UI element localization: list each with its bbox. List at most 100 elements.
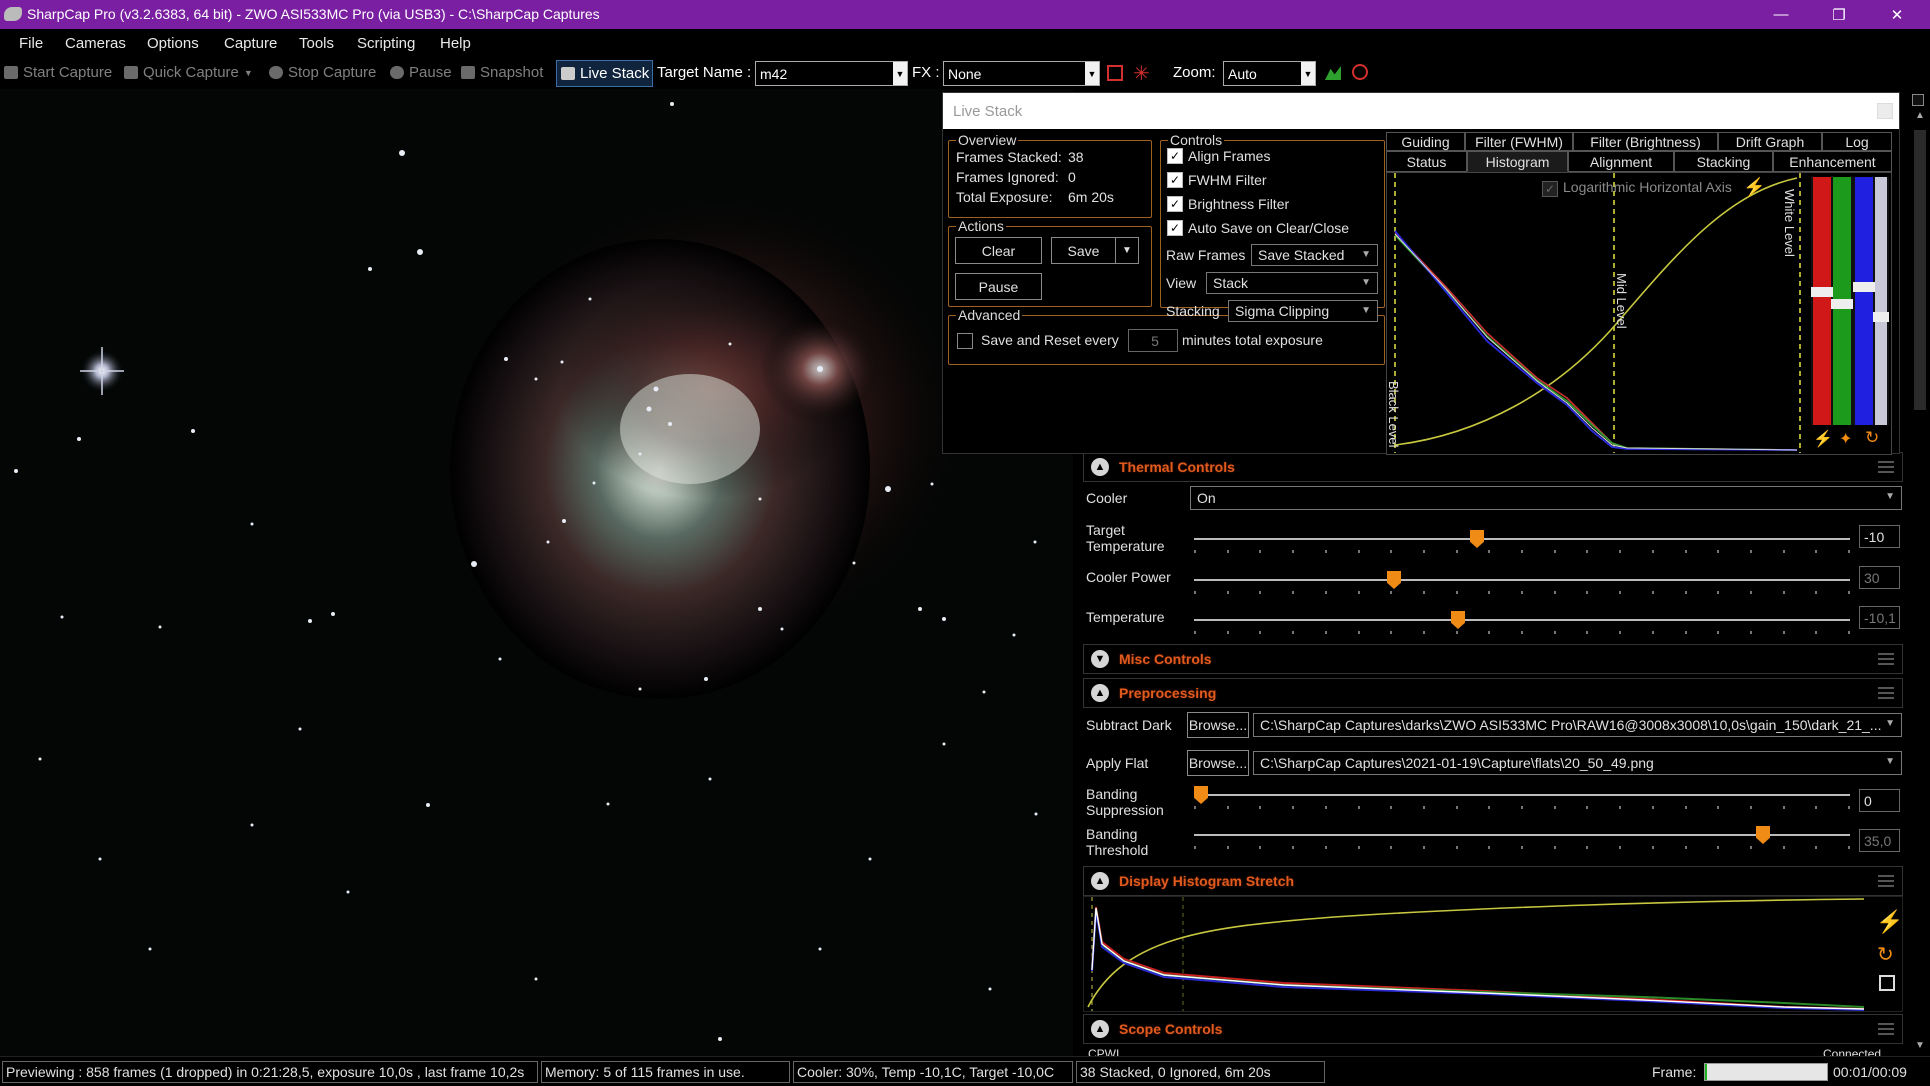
reticle-icon[interactable]: ✳ (1133, 61, 1150, 86)
scrollbar-thumb[interactable] (1914, 130, 1926, 410)
reset-icon[interactable]: ↻ (1877, 942, 1894, 967)
tab-log[interactable]: Log (1822, 132, 1892, 151)
raw-frames-select[interactable]: Save Stacked ▼ (1251, 244, 1378, 266)
brightness-filter-checkbox[interactable]: ✓ (1167, 196, 1183, 212)
menu-help[interactable]: Help (440, 35, 471, 52)
lum-level-bar[interactable] (1875, 177, 1887, 425)
expand-icon[interactable]: ▼ (1091, 650, 1109, 668)
preprocessing-header[interactable]: ▲ Preprocessing (1083, 678, 1903, 708)
auto-stretch-icon[interactable]: ⚡ (1743, 177, 1765, 198)
tab-drift-graph[interactable]: Drift Graph (1718, 132, 1822, 151)
red-slider-thumb[interactable] (1811, 287, 1833, 297)
tab-filter-fwhm[interactable]: Filter (FWHM) (1465, 132, 1573, 151)
live-stack-close-button[interactable] (1877, 103, 1893, 119)
display-stretch-histogram[interactable]: ⚡ ↻ (1083, 896, 1903, 1012)
save-reset-checkbox[interactable] (957, 333, 973, 349)
zoom-select[interactable]: Auto ▼ (1223, 61, 1316, 86)
select-area-icon[interactable] (1107, 65, 1123, 81)
target-temperature-value[interactable]: -10 (1859, 525, 1900, 548)
menu-capture[interactable]: Capture (224, 35, 277, 52)
menu-options[interactable]: Options (147, 35, 199, 52)
green-slider-thumb[interactable] (1831, 299, 1853, 309)
menu-icon[interactable] (1878, 461, 1894, 473)
blue-slider-thumb[interactable] (1853, 282, 1875, 292)
tab-alignment[interactable]: Alignment (1568, 151, 1674, 172)
lum-slider-thumb[interactable] (1873, 312, 1889, 322)
chevron-down-icon[interactable]: ▼ (1085, 62, 1099, 85)
menu-scripting[interactable]: Scripting (357, 35, 415, 52)
thermal-controls-header[interactable]: ▲ Thermal Controls (1083, 452, 1903, 482)
star-icon[interactable]: ✦ (1839, 429, 1852, 449)
stop-capture-button[interactable]: Stop Capture (269, 64, 376, 81)
menu-cameras[interactable]: Cameras (65, 35, 126, 52)
menu-icon[interactable] (1878, 653, 1894, 665)
chevron-down-icon[interactable]: ▼ (244, 68, 253, 78)
snapshot-button[interactable]: Snapshot (461, 64, 543, 81)
histogram-panel[interactable]: ✓ Logarithmic Horizontal Axis Black Leve… (1386, 172, 1892, 455)
stacking-select[interactable]: Sigma Clipping ▼ (1228, 300, 1378, 322)
tab-enhancement[interactable]: Enhancement (1773, 151, 1892, 172)
scroll-up-icon[interactable]: ▲ (1912, 110, 1928, 124)
slider-thumb[interactable] (1470, 530, 1484, 548)
slider-thumb[interactable] (1451, 611, 1465, 629)
panel-scrollbar[interactable]: ▲ ▼ (1910, 110, 1930, 1056)
menu-icon[interactable] (1878, 687, 1894, 699)
clear-button[interactable]: Clear (955, 237, 1042, 264)
menu-icon[interactable] (1878, 875, 1894, 887)
banding-threshold-slider[interactable] (1194, 826, 1850, 851)
align-frames-checkbox[interactable]: ✓ (1167, 148, 1183, 164)
restore-button[interactable]: ❐ (1810, 0, 1868, 29)
tab-histogram[interactable]: Histogram (1467, 151, 1568, 172)
red-level-bar[interactable] (1813, 177, 1831, 425)
save-button[interactable]: Save (1051, 237, 1116, 264)
slider-thumb[interactable] (1387, 571, 1401, 589)
banding-suppression-value[interactable]: 0 (1859, 789, 1900, 812)
quick-capture-button[interactable]: Quick Capture ▼ (124, 64, 253, 81)
view-select[interactable]: Stack ▼ (1206, 272, 1378, 294)
reset-icon[interactable]: ↻ (1865, 428, 1879, 448)
rgb-level-bars[interactable] (1811, 177, 1889, 425)
tab-filter-brightness[interactable]: Filter (Brightness) (1573, 132, 1718, 151)
collapse-icon[interactable]: ▲ (1091, 684, 1109, 702)
collapse-icon[interactable]: ▲ (1091, 458, 1109, 476)
scope-controls-header[interactable]: ▲ Scope Controls (1083, 1014, 1903, 1044)
blue-level-bar[interactable] (1855, 177, 1873, 425)
save-icon[interactable] (1879, 975, 1895, 991)
chevron-down-icon[interactable]: ▼ (893, 62, 907, 85)
slider-thumb[interactable] (1756, 826, 1770, 844)
banding-threshold-value[interactable]: 35,0 (1859, 829, 1900, 852)
browse-dark-button[interactable]: Browse... (1187, 712, 1249, 738)
cooler-select[interactable]: On ▼ (1190, 486, 1902, 510)
log-axis-checkbox[interactable]: ✓ (1542, 181, 1558, 197)
pin-icon[interactable] (1912, 94, 1924, 106)
chevron-down-icon[interactable]: ▼ (1301, 62, 1315, 85)
tab-status[interactable]: Status (1386, 151, 1467, 172)
banding-suppression-slider[interactable] (1194, 786, 1850, 811)
fwhm-filter-checkbox[interactable]: ✓ (1167, 172, 1183, 188)
live-stack-pause-button[interactable]: Pause (955, 273, 1042, 300)
menu-icon[interactable] (1878, 1023, 1894, 1035)
auto-stretch-icon[interactable]: ⚡ (1813, 429, 1833, 449)
target-temperature-slider[interactable] (1194, 530, 1850, 555)
start-capture-button[interactable]: Start Capture (4, 64, 112, 81)
target-name-input[interactable]: m42 ▼ (755, 61, 908, 86)
menu-file[interactable]: File (19, 35, 43, 52)
slider-thumb[interactable] (1194, 786, 1208, 804)
pause-button[interactable]: Pause (390, 64, 452, 81)
save-reset-minutes-input[interactable]: 5 (1128, 329, 1178, 352)
tab-guiding[interactable]: Guiding (1386, 132, 1465, 151)
close-button[interactable]: ✕ (1868, 0, 1926, 29)
histogram-icon[interactable] (1325, 66, 1341, 80)
dark-path-select[interactable]: C:\SharpCap Captures\darks\ZWO ASI533MC … (1253, 713, 1902, 737)
browse-flat-button[interactable]: Browse... (1187, 750, 1249, 776)
auto-stretch-icon[interactable]: ⚡ (1876, 909, 1903, 935)
image-preview[interactable] (0, 89, 1073, 1056)
live-stack-button[interactable]: Live Stack (556, 60, 653, 87)
auto-save-checkbox[interactable]: ✓ (1167, 220, 1183, 236)
collapse-icon[interactable]: ▲ (1091, 872, 1109, 890)
misc-controls-header[interactable]: ▼ Misc Controls (1083, 644, 1903, 674)
scroll-down-icon[interactable]: ▼ (1912, 1040, 1928, 1054)
collapse-icon[interactable]: ▲ (1091, 1020, 1109, 1038)
save-options-chevron-down-icon[interactable]: ▼ (1115, 237, 1139, 264)
focus-icon[interactable] (1352, 64, 1368, 80)
